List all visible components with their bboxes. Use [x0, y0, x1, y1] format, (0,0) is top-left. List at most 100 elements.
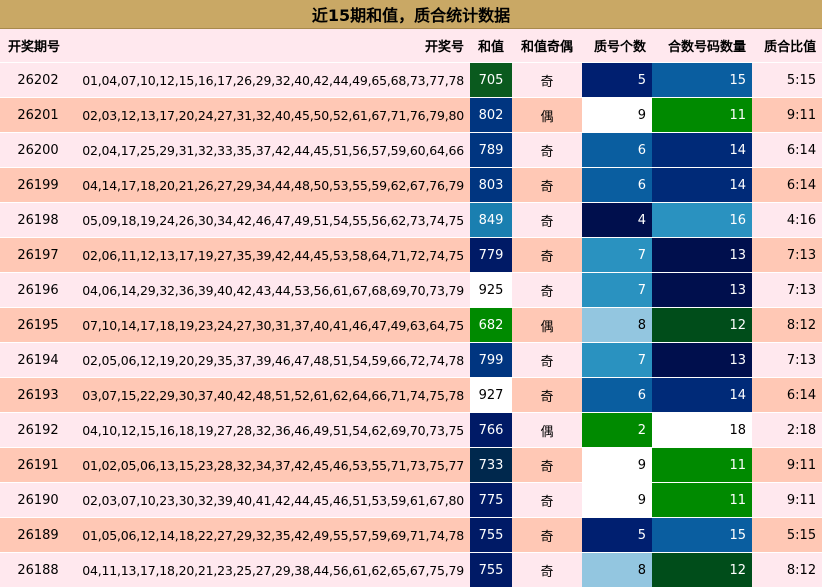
ratio-cell: 7:13	[752, 238, 822, 273]
prime-count-cell: 9	[582, 483, 652, 518]
composite-count-cell: 15	[652, 518, 752, 553]
prime-count-cell: 4	[582, 203, 652, 238]
issue-cell: 26202	[0, 63, 72, 98]
numbers-cell: 04,14,17,18,20,21,26,27,29,34,44,48,50,5…	[72, 168, 470, 203]
parity-cell: 奇	[512, 448, 582, 483]
table-row: 2619303,07,15,22,29,30,37,40,42,48,51,52…	[0, 378, 822, 413]
ratio-cell: 5:15	[752, 63, 822, 98]
title-row: 近15期和值，质合统计数据	[0, 0, 822, 29]
issue-cell: 26201	[0, 98, 72, 133]
composite-count-cell: 14	[652, 378, 752, 413]
header-prime-count: 质号个数	[582, 29, 652, 63]
numbers-cell: 02,06,11,12,13,17,19,27,35,39,42,44,45,5…	[72, 238, 470, 273]
composite-count-cell: 11	[652, 448, 752, 483]
issue-cell: 26191	[0, 448, 72, 483]
parity-cell: 奇	[512, 483, 582, 518]
parity-cell: 奇	[512, 343, 582, 378]
issue-cell: 26197	[0, 238, 72, 273]
table-row: 2618804,11,13,17,18,20,21,23,25,27,29,38…	[0, 553, 822, 587]
parity-cell: 偶	[512, 98, 582, 133]
table-body: 2620201,04,07,10,12,15,16,17,26,29,32,40…	[0, 63, 822, 587]
prime-count-cell: 7	[582, 273, 652, 308]
prime-count-cell: 8	[582, 308, 652, 343]
sum-cell: 705	[470, 63, 512, 98]
ratio-cell: 7:13	[752, 273, 822, 308]
ratio-cell: 2:18	[752, 413, 822, 448]
numbers-cell: 01,05,06,12,14,18,22,27,29,32,35,42,49,5…	[72, 518, 470, 553]
prime-count-cell: 8	[582, 553, 652, 587]
composite-count-cell: 11	[652, 98, 752, 133]
table-row: 2619402,05,06,12,19,20,29,35,37,39,46,47…	[0, 343, 822, 378]
composite-count-cell: 13	[652, 238, 752, 273]
table-row: 2620201,04,07,10,12,15,16,17,26,29,32,40…	[0, 63, 822, 98]
composite-count-cell: 18	[652, 413, 752, 448]
table-row: 2618901,05,06,12,14,18,22,27,29,32,35,42…	[0, 518, 822, 553]
sum-cell: 755	[470, 553, 512, 587]
issue-cell: 26196	[0, 273, 72, 308]
parity-cell: 奇	[512, 133, 582, 168]
parity-cell: 奇	[512, 203, 582, 238]
numbers-cell: 05,09,18,19,24,26,30,34,42,46,47,49,51,5…	[72, 203, 470, 238]
table-row: 2619604,06,14,29,32,36,39,40,42,43,44,53…	[0, 273, 822, 308]
composite-count-cell: 14	[652, 133, 752, 168]
sum-cell: 733	[470, 448, 512, 483]
header-composite-count: 合数号码数量	[652, 29, 752, 63]
sum-cell: 927	[470, 378, 512, 413]
issue-cell: 26193	[0, 378, 72, 413]
ratio-cell: 9:11	[752, 98, 822, 133]
issue-cell: 26194	[0, 343, 72, 378]
sum-cell: 799	[470, 343, 512, 378]
numbers-cell: 07,10,14,17,18,19,23,24,27,30,31,37,40,4…	[72, 308, 470, 343]
issue-cell: 26199	[0, 168, 72, 203]
parity-cell: 奇	[512, 378, 582, 413]
sum-cell: 755	[470, 518, 512, 553]
prime-count-cell: 2	[582, 413, 652, 448]
table-row: 2619101,02,05,06,13,15,23,28,32,34,37,42…	[0, 448, 822, 483]
header-ratio: 质合比值	[752, 29, 822, 63]
parity-cell: 奇	[512, 553, 582, 587]
ratio-cell: 4:16	[752, 203, 822, 238]
header-issue: 开奖期号	[0, 29, 72, 63]
header-sum: 和值	[470, 29, 512, 63]
sum-cell: 789	[470, 133, 512, 168]
parity-cell: 偶	[512, 413, 582, 448]
parity-cell: 奇	[512, 518, 582, 553]
sum-cell: 925	[470, 273, 512, 308]
parity-cell: 奇	[512, 168, 582, 203]
parity-cell: 奇	[512, 273, 582, 308]
ratio-cell: 9:11	[752, 483, 822, 518]
prime-count-cell: 7	[582, 343, 652, 378]
sum-cell: 682	[470, 308, 512, 343]
ratio-cell: 6:14	[752, 378, 822, 413]
sum-cell: 766	[470, 413, 512, 448]
composite-count-cell: 14	[652, 168, 752, 203]
stats-panel: 近15期和值，质合统计数据 开奖期号 开奖号 和值 和值奇偶 质号个数 合数号码…	[0, 0, 822, 574]
numbers-cell: 04,06,14,29,32,36,39,40,42,43,44,53,56,6…	[72, 273, 470, 308]
parity-cell: 偶	[512, 308, 582, 343]
table-row: 2619702,06,11,12,13,17,19,27,35,39,42,44…	[0, 238, 822, 273]
composite-count-cell: 12	[652, 308, 752, 343]
sum-cell: 779	[470, 238, 512, 273]
composite-count-cell: 15	[652, 63, 752, 98]
numbers-cell: 04,10,12,15,16,18,19,27,28,32,36,46,49,5…	[72, 413, 470, 448]
issue-cell: 26188	[0, 553, 72, 587]
table-title: 近15期和值，质合统计数据	[0, 0, 822, 29]
issue-cell: 26189	[0, 518, 72, 553]
table-row: 2619204,10,12,15,16,18,19,27,28,32,36,46…	[0, 413, 822, 448]
table-row: 2620002,04,17,25,29,31,32,33,35,37,42,44…	[0, 133, 822, 168]
ratio-cell: 5:15	[752, 518, 822, 553]
ratio-cell: 8:12	[752, 308, 822, 343]
numbers-cell: 02,03,07,10,23,30,32,39,40,41,42,44,45,4…	[72, 483, 470, 518]
stats-table: 近15期和值，质合统计数据 开奖期号 开奖号 和值 和值奇偶 质号个数 合数号码…	[0, 0, 822, 587]
issue-cell: 26192	[0, 413, 72, 448]
issue-cell: 26190	[0, 483, 72, 518]
table-row: 2620102,03,12,13,17,20,24,27,31,32,40,45…	[0, 98, 822, 133]
header-parity: 和值奇偶	[512, 29, 582, 63]
ratio-cell: 6:14	[752, 133, 822, 168]
header-row: 开奖期号 开奖号 和值 和值奇偶 质号个数 合数号码数量 质合比值	[0, 29, 822, 63]
composite-count-cell: 16	[652, 203, 752, 238]
sum-cell: 802	[470, 98, 512, 133]
table-row: 2619507,10,14,17,18,19,23,24,27,30,31,37…	[0, 308, 822, 343]
prime-count-cell: 6	[582, 133, 652, 168]
sum-cell: 775	[470, 483, 512, 518]
